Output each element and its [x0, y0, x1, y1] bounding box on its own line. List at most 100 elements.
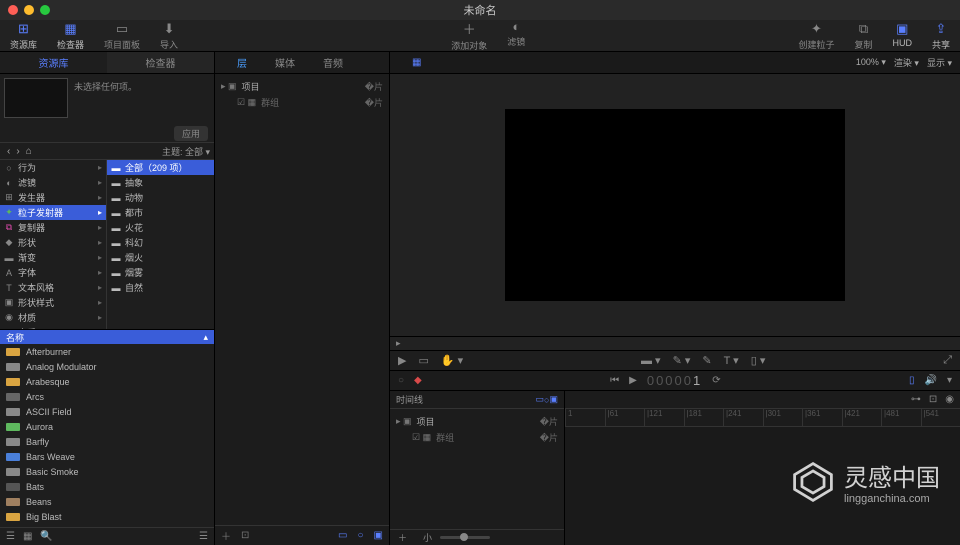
category-渐变[interactable]: ▬渐变▸ [0, 250, 106, 265]
toolbar-导入[interactable]: ⬇导入 [150, 19, 188, 53]
tl-mask-icon[interactable]: ▭ [536, 394, 545, 405]
select-tool-icon[interactable]: ▶ [398, 354, 406, 367]
preset-Afterburner[interactable]: Afterburner [0, 344, 214, 359]
preset-Bats[interactable]: Bats [0, 479, 214, 494]
keyframe-icon[interactable]: ◆ [414, 375, 422, 386]
tl-zoom-icon[interactable]: ⊡ [929, 394, 937, 405]
tab-layers[interactable]: 层 [223, 55, 261, 70]
minimize-icon[interactable] [24, 5, 34, 15]
subcategory-科幻[interactable]: ▬科幻 [107, 235, 214, 250]
preset-Barfly[interactable]: Barfly [0, 434, 214, 449]
category-形状[interactable]: ◆形状▸ [0, 235, 106, 250]
tl-add-icon[interactable]: ＋ [398, 531, 407, 544]
category-文本风格[interactable]: T文本风格▸ [0, 280, 106, 295]
toolbar-项目面板[interactable]: ▭项目面板 [94, 19, 150, 53]
goto-start-icon[interactable]: ⏮ [610, 375, 619, 386]
zoom-level[interactable]: 100% ▾ [856, 57, 886, 68]
toolbar-共享[interactable]: ⇪共享 [922, 19, 960, 53]
show-menu[interactable]: 显示 ▾ [927, 56, 952, 69]
tl-view1-icon[interactable]: ▯ [909, 375, 915, 386]
subcategory-烟火[interactable]: ▬烟火 [107, 250, 214, 265]
toolbar-创建粒子[interactable]: ✦创建粒子 [788, 19, 844, 53]
back-icon[interactable]: ‹ [4, 146, 13, 157]
expand-icon[interactable]: ⤢ [943, 354, 952, 367]
layer-项目[interactable]: ▸ ▣项目�片 [215, 78, 389, 94]
loop-icon[interactable]: ⟳ [712, 375, 720, 386]
crop-tool-icon[interactable]: ▯ ▾ [751, 354, 766, 367]
preset-Beans[interactable]: Beans [0, 494, 214, 509]
subcategory-自然[interactable]: ▬自然 [107, 280, 214, 295]
tl-more-icon[interactable]: ▾ [947, 375, 952, 386]
path-icon[interactable]: ⌂ [23, 146, 35, 157]
category-滤镜[interactable]: ◐滤镜▸ [0, 175, 106, 190]
stack-icon[interactable]: ☰ [6, 531, 15, 542]
text-tool-icon[interactable]: T ▾ [724, 354, 739, 367]
toolbar-检查器[interactable]: ▦检查器 [47, 19, 94, 53]
toolbar-滤镜[interactable]: ◐滤镜 [497, 17, 535, 54]
clone-icon[interactable]: ○ [358, 530, 364, 541]
record-icon[interactable]: ○ [398, 375, 404, 386]
filter-icon[interactable]: ⊡ [241, 530, 249, 541]
category-材质[interactable]: ◉材质▸ [0, 310, 106, 325]
canvas-area[interactable] [390, 74, 960, 336]
viewer-tab-icon[interactable]: ▦ [398, 57, 435, 68]
toolbar-复制[interactable]: ⧉复制 [844, 19, 882, 53]
subcategory-动物[interactable]: ▬动物 [107, 190, 214, 205]
forward-icon[interactable]: › [13, 146, 22, 157]
grid-icon[interactable]: ▦ [23, 531, 32, 542]
subcategory-烟雾[interactable]: ▬烟雾 [107, 265, 214, 280]
preset-Bars Weave[interactable]: Bars Weave [0, 449, 214, 464]
preset-Big Blast[interactable]: Big Blast [0, 509, 214, 524]
search-icon[interactable]: 🔍 [40, 531, 52, 542]
timeline-tracks[interactable]: ⊶ ⊡ ◉ 1|61|121|181|241|301|361|421|481|5… [565, 391, 960, 545]
view-tool-icon[interactable]: ▬ ▾ [641, 354, 661, 367]
layer-群组[interactable]: ☑ ▦群组�片 [215, 94, 389, 110]
apply-button[interactable]: 应用 [174, 126, 208, 141]
shape-tool-icon[interactable]: ✎ [702, 354, 711, 367]
tl-fit-icon[interactable]: ⊶ [911, 394, 921, 405]
toolbar-HUD[interactable]: ▣HUD [882, 19, 922, 53]
preset-Arcs[interactable]: Arcs [0, 389, 214, 404]
timeline-ruler[interactable]: 1|61|121|181|241|301|361|421|481|541 [565, 409, 960, 427]
layer-群组[interactable]: ☑ ▦群组�片 [390, 429, 564, 445]
tab-library[interactable]: 资源库 [0, 52, 107, 73]
toolbar-添加对象[interactable]: ＋添加对象 [441, 17, 497, 54]
preset-Analog Modulator[interactable]: Analog Modulator [0, 359, 214, 374]
preset-Aurora[interactable]: Aurora [0, 419, 214, 434]
category-字体[interactable]: A字体▸ [0, 265, 106, 280]
tl-snap-icon[interactable]: ◉ [945, 394, 954, 405]
tl-lock-icon[interactable]: ▣ [549, 394, 558, 405]
toolbar-资源库[interactable]: ⊞资源库 [0, 19, 47, 53]
tab-audio[interactable]: 音频 [309, 55, 357, 70]
mini-timeline[interactable]: ▸ [390, 336, 960, 350]
category-粒子发射器[interactable]: ✦粒子发射器▸ [0, 205, 106, 220]
close-icon[interactable] [8, 5, 18, 15]
preset-ASCII Field[interactable]: ASCII Field [0, 404, 214, 419]
category-形状样式[interactable]: ▣形状样式▸ [0, 295, 106, 310]
category-音乐[interactable]: ♪音乐▸ [0, 325, 106, 329]
name-column-header[interactable]: 名称▴ [0, 330, 214, 344]
mask-tool-icon[interactable]: ✎ ▾ [673, 354, 691, 367]
category-发生器[interactable]: ⊞发生器▸ [0, 190, 106, 205]
hand-tool-icon[interactable]: ✋ ▾ [441, 354, 463, 367]
add-icon[interactable]: ＋ [221, 528, 231, 543]
subcategory-都市[interactable]: ▬都市 [107, 205, 214, 220]
list-view-icon[interactable]: ☰ [199, 531, 208, 542]
category-行为[interactable]: ○行为▸ [0, 160, 106, 175]
row-size-slider[interactable] [440, 536, 490, 539]
canvas[interactable] [505, 109, 845, 301]
maximize-icon[interactable] [40, 5, 50, 15]
lock-icon[interactable]: ▣ [374, 530, 383, 541]
category-复制器[interactable]: ⧉复制器▸ [0, 220, 106, 235]
subcategory-抽象[interactable]: ▬抽象 [107, 175, 214, 190]
render-menu[interactable]: 渲染 ▾ [894, 56, 919, 69]
subcategory-全部（209 项）[interactable]: ▬全部（209 项） [107, 160, 214, 175]
play-icon[interactable]: ▶ [629, 375, 637, 386]
subcategory-火花[interactable]: ▬火花 [107, 220, 214, 235]
theme-filter[interactable]: 主题: 全部 ▾ [162, 145, 210, 158]
rect-tool-icon[interactable]: ▭ [418, 354, 428, 367]
preset-Arabesque[interactable]: Arabesque [0, 374, 214, 389]
tab-media[interactable]: 媒体 [261, 55, 309, 70]
preset-Basic Smoke[interactable]: Basic Smoke [0, 464, 214, 479]
layer-项目[interactable]: ▸ ▣项目�片 [390, 413, 564, 429]
